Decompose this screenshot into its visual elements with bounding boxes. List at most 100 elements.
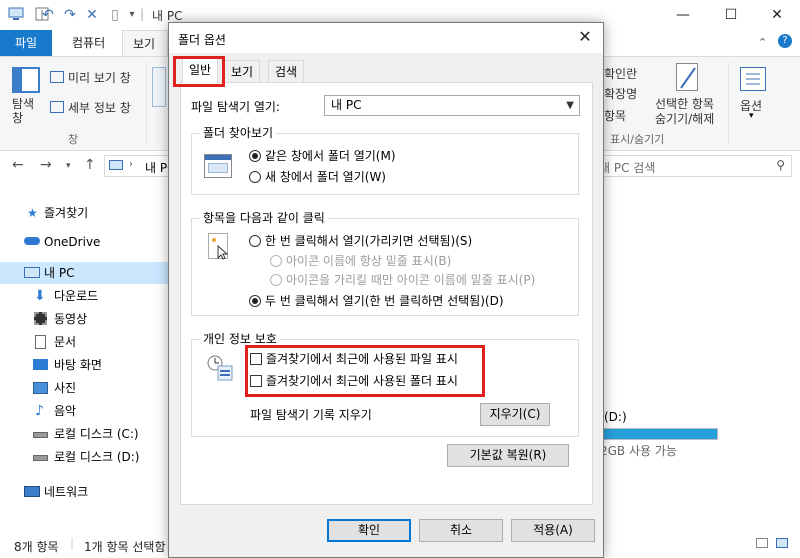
tab-view[interactable]: 보기 <box>122 30 168 56</box>
sidebar-item-label: OneDrive <box>44 235 101 249</box>
forward-icon[interactable]: → <box>40 157 52 173</box>
radio-label: 아이콘 이름에 항상 밑줄 표시(B) <box>286 254 452 268</box>
sidebar-item-quick-access[interactable]: ★ 즐겨찾기 <box>0 202 168 224</box>
sidebar-item-network[interactable]: 네트워크 <box>0 481 168 503</box>
undo-icon[interactable]: ↶ <box>40 7 56 23</box>
sidebar-item-downloads[interactable]: ⬇ 다운로드 <box>0 285 168 307</box>
breadcrumb-chevron-icon[interactable]: › <box>129 159 133 170</box>
radio-button[interactable] <box>249 171 261 183</box>
details-pane-button[interactable]: 세부 정보 창 <box>68 99 131 116</box>
drive-d-free-space: 2GB 사용 가능 <box>600 444 677 458</box>
details-view-icon[interactable] <box>756 538 768 548</box>
sidebar-item-pictures[interactable]: 사진 <box>0 377 168 399</box>
checkbox[interactable] <box>250 353 262 365</box>
sidebar-item-label: 로컬 디스크 (C:) <box>54 427 139 441</box>
search-icon[interactable]: ⚲ <box>776 158 785 172</box>
details-pane-icon <box>50 101 64 113</box>
sidebar-item-onedrive[interactable]: OneDrive <box>0 231 168 253</box>
maximize-button[interactable]: ☐ <box>708 0 754 30</box>
desktop-icon <box>33 359 48 370</box>
sidebar-item-label: 바탕 화면 <box>54 358 102 372</box>
hide-selected-button-2[interactable]: 숨기기/해제 <box>655 110 714 127</box>
file-extensions-option[interactable]: 확장명 <box>604 85 637 102</box>
title-separator: | <box>140 7 145 21</box>
radio-single-click[interactable]: 한 번 클릭해서 열기(가리키면 선택됨)(S) <box>249 232 472 250</box>
document-icon <box>35 335 46 349</box>
dialog-title: 폴더 옵션 <box>178 33 226 47</box>
help-icon[interactable]: ? <box>778 34 792 48</box>
tab-search[interactable]: 검색 <box>268 60 305 83</box>
delete-icon[interactable]: ✕ <box>84 7 100 23</box>
options-dropdown-icon[interactable]: ▾ <box>749 111 754 121</box>
radio-label: 두 번 클릭해서 열기(한 번 클릭하면 선택됨)(D) <box>265 294 504 308</box>
general-tab-panel: 파일 탐색기 열기: 내 PC ▼ 폴더 찾아보기 같은 창에서 폴더 열기(M… <box>180 82 593 505</box>
picture-icon <box>33 382 48 394</box>
tab-view[interactable]: 보기 <box>224 60 261 83</box>
minimize-button[interactable]: — <box>660 0 706 30</box>
checkbox-recent-files[interactable]: 즐겨찾기에서 최근에 사용된 파일 표시 <box>250 350 458 368</box>
up-icon[interactable]: ↑ <box>84 157 96 173</box>
sidebar-item-videos[interactable]: 동영상 <box>0 308 168 330</box>
recent-locations-icon[interactable]: ▾ <box>66 161 71 171</box>
tab-general[interactable]: 일반 <box>182 58 219 83</box>
restore-defaults-button[interactable]: 기본값 복원(R) <box>447 444 569 467</box>
star-icon: ★ <box>27 206 38 220</box>
large-icons-view-icon[interactable] <box>776 538 788 548</box>
ok-button[interactable]: 확인 <box>327 519 411 542</box>
selected-count: 1개 항목 선택함 <box>84 540 166 554</box>
drive-icon <box>33 432 48 438</box>
sidebar-item-drive-d[interactable]: 로컬 디스크 (D:) <box>0 446 168 468</box>
drive-d-label: (D:) <box>604 410 627 424</box>
radio-button[interactable] <box>249 150 261 162</box>
search-input[interactable]: 내 PC 검색 ⚲ <box>596 155 792 177</box>
checkbox-recent-folders[interactable]: 즐겨찾기에서 최근에 사용된 폴더 표시 <box>250 372 458 390</box>
back-icon[interactable]: ← <box>12 157 24 173</box>
properties-icon[interactable]: ▯ <box>107 7 123 23</box>
sidebar-item-label: 문서 <box>54 335 77 349</box>
checkbox[interactable] <box>250 375 262 387</box>
redo-icon[interactable]: ↷ <box>62 7 78 23</box>
sidebar-item-drive-c[interactable]: 로컬 디스크 (C:) <box>0 423 168 445</box>
drive-icon <box>33 455 48 461</box>
close-window-button[interactable]: ✕ <box>754 0 800 30</box>
sidebar-item-documents[interactable]: 문서 <box>0 331 168 353</box>
group-label-panes: 창 <box>68 133 79 146</box>
sidebar-item-label: 동영상 <box>54 312 88 326</box>
layout-gallery-icon[interactable] <box>152 67 166 107</box>
radio-double-click[interactable]: 두 번 클릭해서 열기(한 번 클릭하면 선택됨)(D) <box>249 292 504 310</box>
open-explorer-label: 파일 탐색기 열기: <box>191 100 280 114</box>
sidebar-item-this-pc[interactable]: 내 PC <box>0 262 168 284</box>
ribbon-separator <box>146 63 147 145</box>
sidebar-item-label: 사진 <box>54 381 77 395</box>
sidebar-item-label: 네트워크 <box>44 485 89 499</box>
radio-new-window[interactable]: 새 창에서 폴더 열기(W) <box>249 168 386 186</box>
tab-file[interactable]: 파일 <box>0 30 52 56</box>
privacy-icon <box>206 354 234 382</box>
browse-folders-title: 폴더 찾아보기 <box>200 126 277 140</box>
browse-folders-icon <box>204 154 232 178</box>
preview-pane-button[interactable]: 미리 보기 창 <box>68 69 131 86</box>
dialog-close-button[interactable]: ✕ <box>575 27 595 46</box>
hide-selected-icon <box>676 63 698 91</box>
status-separator: | <box>70 536 75 550</box>
radio-button[interactable] <box>249 235 261 247</box>
radio-same-window[interactable]: 같은 창에서 폴더 열기(M) <box>249 147 396 165</box>
ribbon-collapse-icon[interactable]: ⌃ <box>758 36 767 49</box>
cancel-button[interactable]: 취소 <box>419 519 503 542</box>
browse-folders-group: 폴더 찾아보기 같은 창에서 폴더 열기(M) 새 창에서 폴더 열기(W) <box>191 126 579 195</box>
navigation-pane-icon[interactable] <box>12 67 40 93</box>
apply-button[interactable]: 적용(A) <box>511 519 595 542</box>
item-checkboxes-option[interactable]: 확인란 <box>604 65 637 82</box>
radio-label: 한 번 클릭해서 열기(가리키면 선택됨)(S) <box>265 234 473 248</box>
qat-dropdown-icon[interactable]: ▾ <box>124 7 140 23</box>
hidden-items-option[interactable]: 항목 <box>604 107 626 124</box>
navigation-pane-button[interactable]: 탐색 창 <box>12 97 34 125</box>
clear-history-button[interactable]: 지우기(C) <box>480 403 550 426</box>
video-icon <box>34 312 47 325</box>
click-items-icon <box>208 233 229 260</box>
tab-computer[interactable]: 컴퓨터 <box>62 30 115 56</box>
radio-button[interactable] <box>249 295 261 307</box>
open-explorer-select[interactable]: 내 PC ▼ <box>324 95 580 116</box>
sidebar-item-desktop[interactable]: 바탕 화면 <box>0 354 168 376</box>
sidebar-item-music[interactable]: ♪ 음악 <box>0 400 168 422</box>
